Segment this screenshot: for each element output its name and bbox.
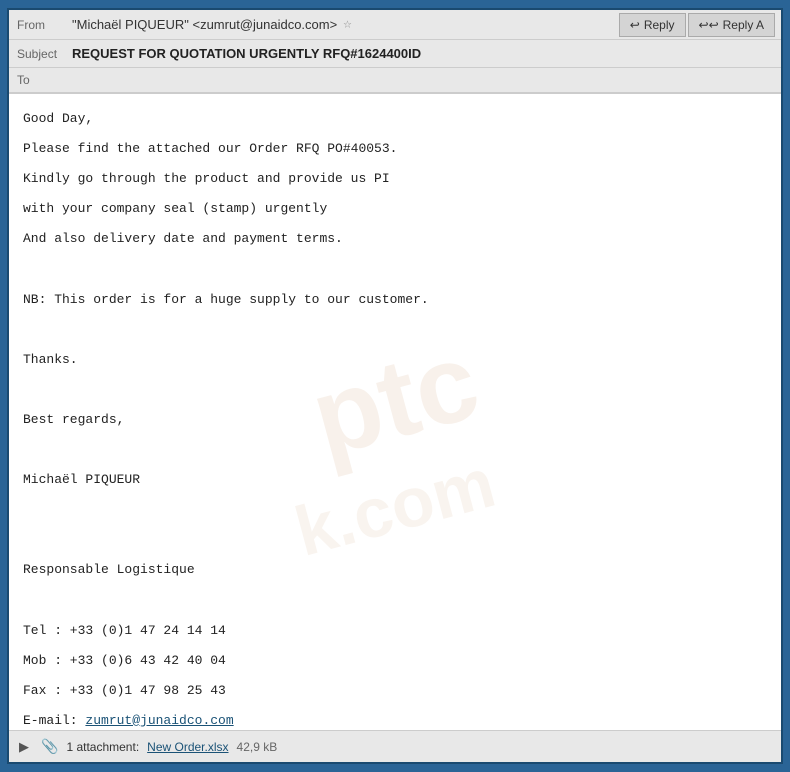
paperclip-icon: 📎 [41, 738, 58, 755]
body-line-10: Responsable Logistique [23, 559, 767, 581]
body-line-9: Michaël PIQUEUR [23, 469, 767, 491]
from-row: From "Michaël PIQUEUR" <zumrut@junaidco.… [9, 10, 781, 40]
body-line-1: Good Day, [23, 108, 767, 130]
from-value: "Michaël PIQUEUR" <zumrut@junaidco.com> [72, 17, 337, 32]
from-label: From [17, 18, 72, 32]
body-line-8: Best regards, [23, 409, 767, 431]
attachment-size: 42,9 kB [237, 740, 278, 754]
subject-label: Subject [17, 47, 72, 61]
body-line-fax: Fax : +33 (0)1 47 98 25 43 [23, 680, 767, 702]
reply-buttons: ↩ Reply ↩↩ Reply A [619, 13, 775, 37]
email-header: From "Michaël PIQUEUR" <zumrut@junaidco.… [9, 10, 781, 94]
body-line-3: Kindly go through the product and provid… [23, 168, 767, 190]
subject-value: REQUEST FOR QUOTATION URGENTLY RFQ#16244… [72, 46, 421, 61]
email-container: From "Michaël PIQUEUR" <zumrut@junaidco.… [7, 8, 783, 764]
body-line-2: Please find the attached our Order RFQ P… [23, 138, 767, 160]
body-line-email: E-mail: zumrut@junaidco.com [23, 710, 767, 730]
subject-row: Subject REQUEST FOR QUOTATION URGENTLY R… [9, 40, 781, 68]
expand-arrow-icon[interactable]: ▶ [19, 739, 29, 755]
body-line-5: And also delivery date and payment terms… [23, 228, 767, 250]
reply-all-arrow-icon: ↩↩ [699, 18, 719, 32]
reply-arrow-icon: ↩ [630, 18, 640, 32]
body-line-4: with your company seal (stamp) urgently [23, 198, 767, 220]
email-prefix: E-mail: [23, 713, 85, 728]
body-line-7: Thanks. [23, 349, 767, 371]
email-body-area: ptc k.com Good Day, Please find the atta… [9, 94, 781, 730]
attachment-count: 1 attachment: [66, 740, 139, 754]
to-row: To [9, 68, 781, 93]
star-icon[interactable]: ☆ [343, 16, 351, 33]
reply-button[interactable]: ↩ Reply [619, 13, 686, 37]
body-line-mob: Mob : +33 (0)6 43 42 40 04 [23, 650, 767, 672]
reply-all-button[interactable]: ↩↩ Reply A [688, 13, 775, 37]
attachment-filename[interactable]: New Order.xlsx [147, 740, 228, 754]
to-label: To [17, 73, 72, 87]
email-body: Good Day, Please find the attached our O… [23, 108, 767, 730]
attachment-bar: ▶ 📎 1 attachment: New Order.xlsx 42,9 kB [9, 730, 781, 762]
body-line-6: NB: This order is for a huge supply to o… [23, 289, 767, 311]
body-line-tel: Tel : +33 (0)1 47 24 14 14 [23, 620, 767, 642]
email-link[interactable]: zumrut@junaidco.com [85, 713, 233, 728]
